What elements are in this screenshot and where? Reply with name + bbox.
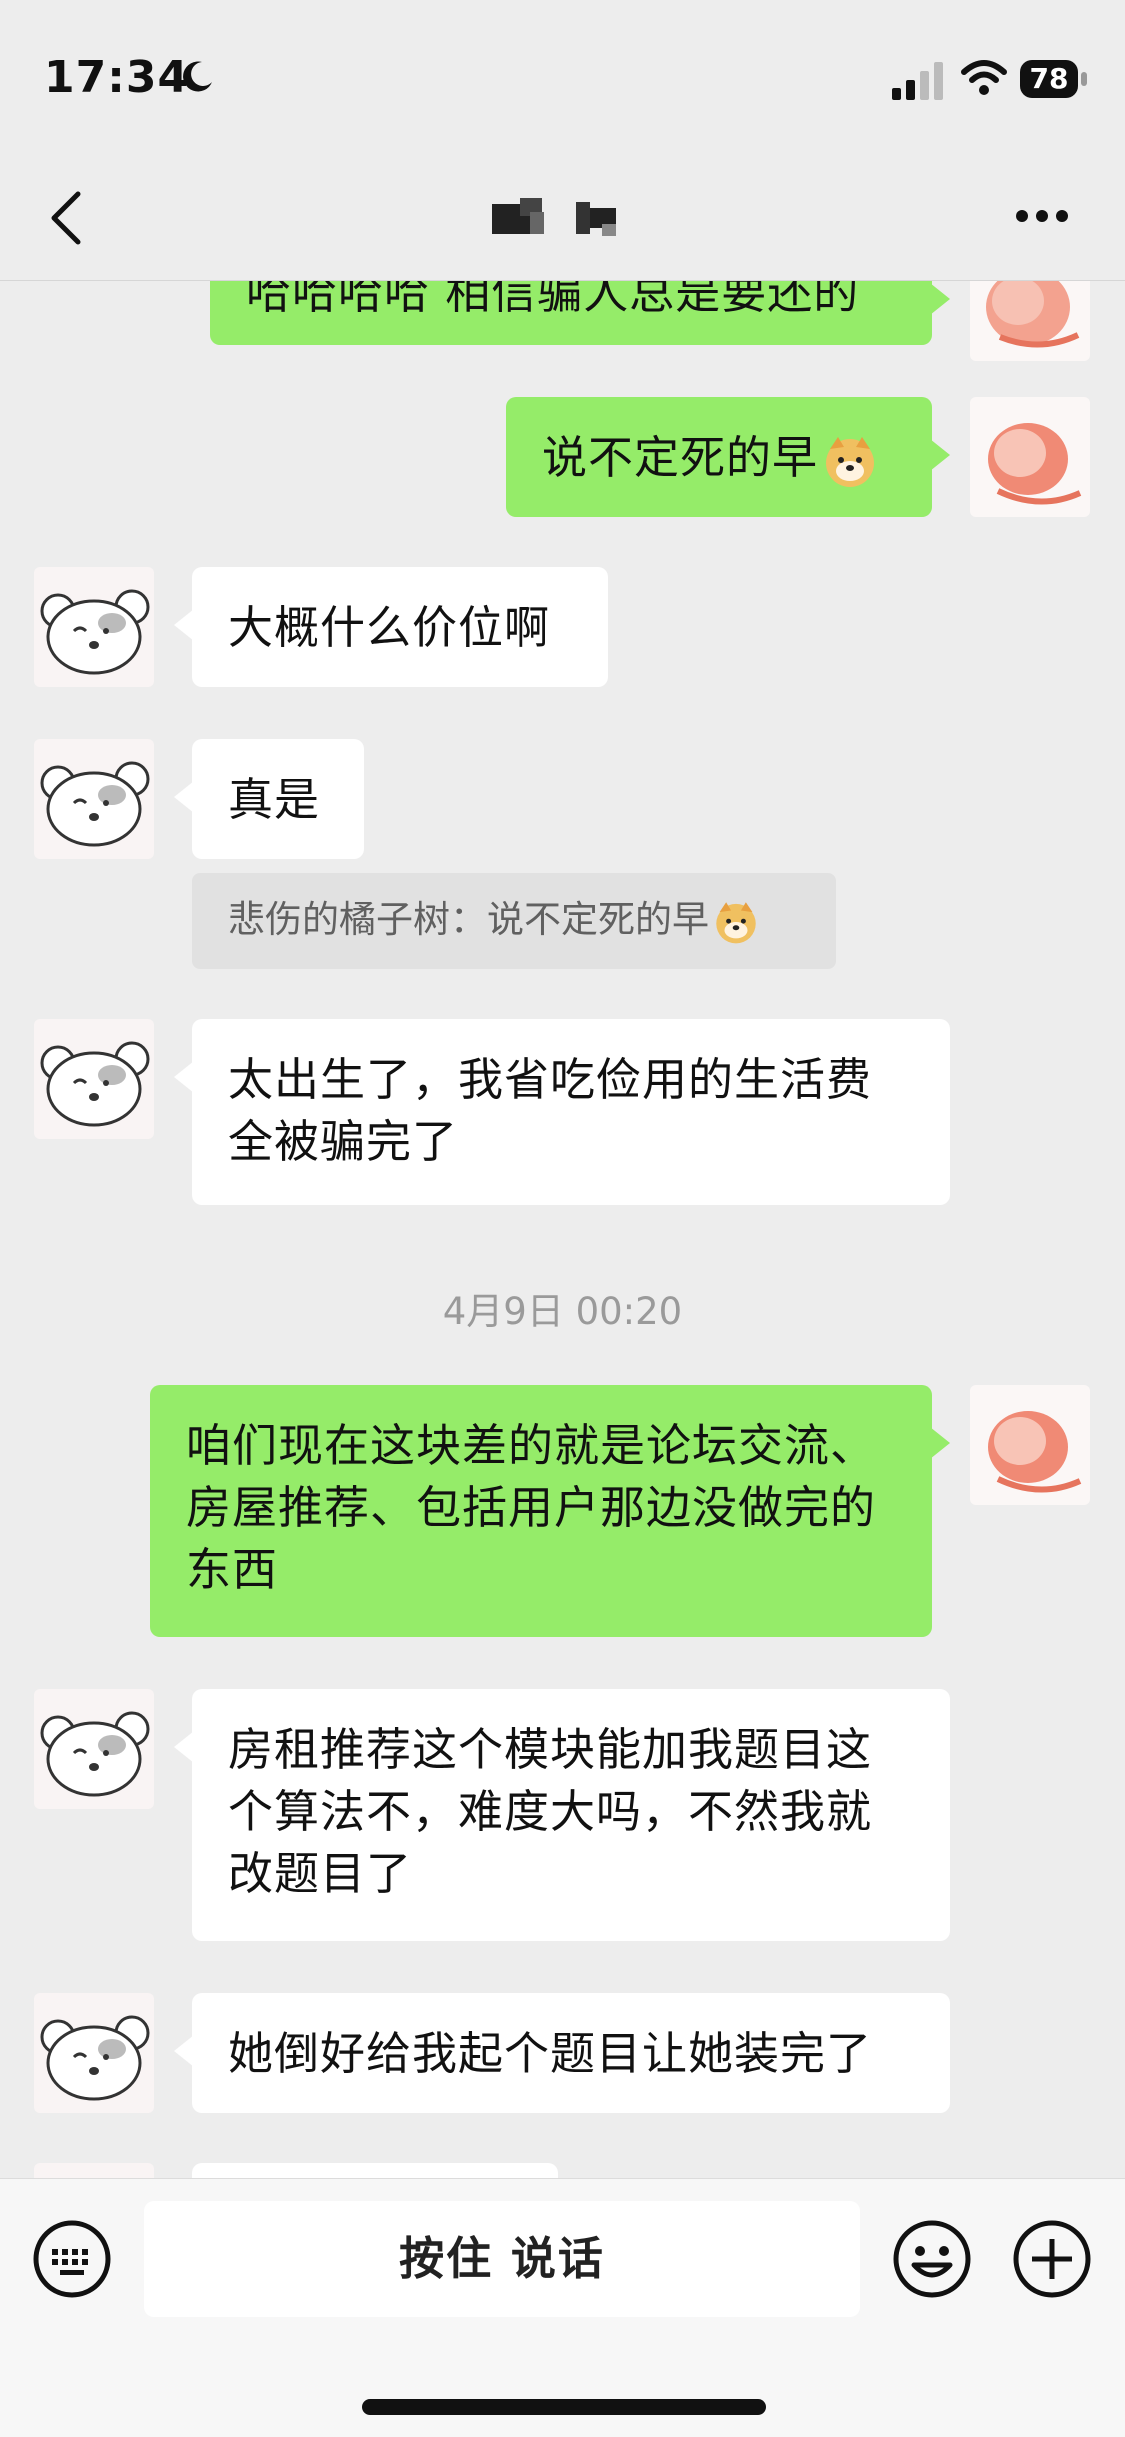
peach-avatar-image [986,281,1080,348]
moon-icon [183,61,212,92]
message-text: 哈哈哈哈 相信骗人总是要还的 [246,281,860,319]
input-bar: 按住 说话 [0,2178,1125,2437]
signal-icon [892,62,943,100]
bear-avatar-image [40,2015,150,2101]
battery-cap [1081,72,1087,86]
contact-avatar[interactable] [34,567,154,687]
my-avatar[interactable] [970,1385,1090,1505]
doge-emoji-icon [716,901,756,943]
quote-text: 悲伤的橘子树：说不定死的早 [228,898,709,941]
contact-avatar[interactable] [34,1019,154,1139]
emoji-icon[interactable] [892,2219,972,2299]
message-text: 房租推荐这个模块能加我题目这个算法不，难度大吗，不然我就改题目了 [228,1723,873,1900]
battery-indicator: 78 [1020,60,1090,100]
message-bubble-other[interactable]: 她倒好给我起个题目让她装完了 [174,1993,950,2113]
message-bubble-other[interactable]: 真是 [174,739,364,859]
more-icon[interactable] [1014,208,1070,224]
bear-avatar-image [40,1041,150,1127]
message-bubble-me[interactable]: 说不定死的早 [506,397,950,517]
peach-avatar-image [988,423,1082,505]
bear-avatar-image [40,1711,150,1797]
message-text: 真是 [228,773,321,826]
contact-avatar[interactable] [34,1689,154,1809]
message-bubble-other[interactable]: 太出生了，我省吃俭用的生活费全被骗完了 [174,1019,950,1205]
back-arrow-icon[interactable] [48,190,84,246]
nav-bar [0,150,1125,281]
message-text: 咱们现在这块差的就是论坛交流、房屋推荐、包括用户那边没做完的东西 [186,1419,877,1596]
message-text: 她倒好给我起个题目让她装完了 [228,2027,873,2080]
message-bubble-other[interactable]: 房租推荐这个模块能加我题目这个算法不，难度大吗，不然我就改题目了 [174,1689,950,1941]
message-text: 说不定死的早 [542,431,819,484]
message-text: 太出生了，我省吃俭用的生活费全被骗完了 [228,1053,873,1168]
status-time: 17:34 [44,52,190,103]
message-bubble-me[interactable]: 咱们现在这块差的就是论坛交流、房屋推荐、包括用户那边没做完的东西 [150,1385,950,1637]
status-bar: 17:34 78 [0,0,1125,150]
my-avatar[interactable] [970,397,1090,517]
contact-avatar[interactable] [34,1993,154,2113]
contact-name-redacted [492,198,616,236]
bear-avatar-image [40,761,150,847]
my-avatar[interactable] [970,281,1090,361]
quoted-message[interactable]: 悲伤的橘子树：说不定死的早 [192,873,836,969]
chat-area[interactable]: 哈哈哈哈 相信骗人总是要还的 说不定死的早 大概什么价位啊 真是 悲伤的橘子树：… [0,281,1125,2181]
message-bubble-other[interactable]: 大概什么价位啊 [174,567,608,687]
bear-avatar-image [40,589,150,675]
doge-emoji-icon [826,437,875,487]
message-bubble-me[interactable]: 哈哈哈哈 相信骗人总是要还的 [210,281,950,345]
plus-icon[interactable] [1012,2219,1092,2299]
home-indicator[interactable] [362,2399,766,2415]
hold-to-talk-button[interactable]: 按住 说话 [144,2201,860,2317]
wifi-icon [961,60,1007,95]
contact-avatar[interactable] [34,739,154,859]
keyboard-icon[interactable] [32,2219,112,2299]
message-text: 大概什么价位啊 [228,601,551,654]
battery-level: 78 [1029,62,1069,95]
peach-avatar-image [988,1411,1082,1493]
chat-timestamp: 4月9日 00:20 [442,1290,683,1333]
